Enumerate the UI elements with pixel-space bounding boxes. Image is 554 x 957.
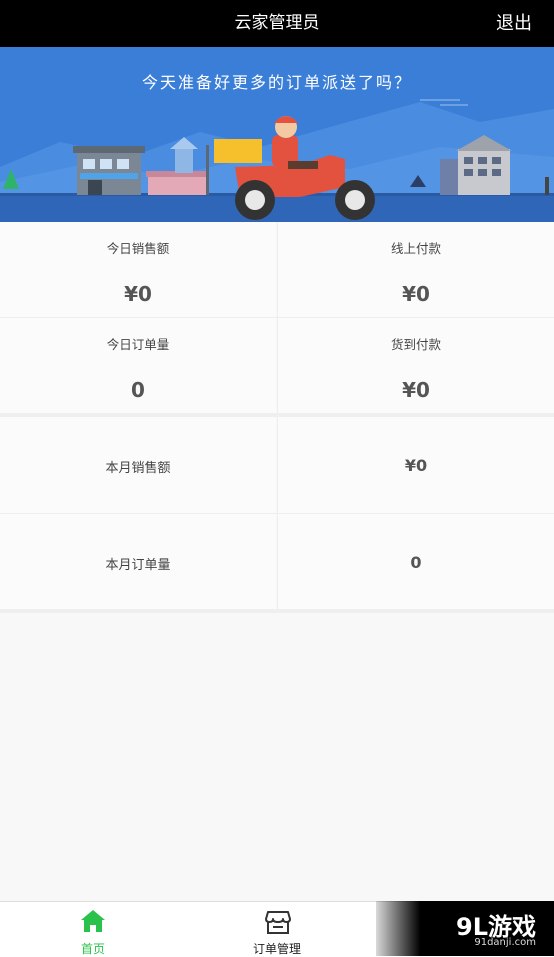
month-orders-label-cell: 本月订单量	[0, 514, 276, 609]
today-sales-value: ¥0	[124, 282, 152, 306]
today-orders-value: 0	[131, 378, 145, 402]
online-payment-value: ¥0	[402, 282, 430, 306]
cod-payment-label: 货到付款	[390, 337, 441, 352]
month-orders-value: 0	[410, 553, 422, 572]
home-icon	[81, 910, 105, 932]
month-sales-label: 本月销售额	[105, 461, 171, 476]
cod-payment-cell: 货到付款 ¥0	[278, 318, 554, 413]
today-orders-cell: 今日订单量 0	[0, 318, 276, 413]
month-sales-label-cell: 本月销售额	[0, 417, 276, 513]
today-sales-cell: 今日销售额 ¥0	[0, 222, 276, 317]
month-sales-value: ¥0	[404, 456, 428, 475]
column-divider	[277, 417, 278, 609]
delivery-banner: 今天准备好更多的订单派送了吗？	[0, 47, 554, 222]
watermark-domain: 91danji.com	[474, 937, 536, 948]
month-orders-value-cell: 0	[278, 514, 554, 609]
nav-orders-label: 订单管理	[252, 942, 301, 956]
nav-home-label: 首页	[80, 942, 105, 956]
section-divider	[0, 609, 554, 613]
online-payment-label: 线上付款	[390, 241, 441, 256]
store-icon	[265, 911, 291, 934]
nav-home[interactable]: 首页	[33, 902, 153, 957]
top-bar: 云家管理员 退出	[0, 0, 554, 47]
site-watermark: 9L游戏 91danji.com	[376, 901, 554, 956]
today-sales-label: 今日销售额	[106, 241, 170, 256]
online-payment-cell: 线上付款 ¥0	[278, 222, 554, 317]
nav-orders[interactable]: 订单管理	[217, 902, 337, 957]
logout-button[interactable]: 退出	[496, 0, 532, 47]
today-orders-label: 今日订单量	[106, 337, 170, 352]
banner-slogan: 今天准备好更多的订单派送了吗？	[141, 73, 412, 92]
month-sales-value-cell: ¥0	[278, 417, 554, 513]
page-title: 云家管理员	[234, 13, 320, 33]
column-divider	[277, 222, 278, 413]
cod-payment-value: ¥0	[402, 378, 430, 402]
month-orders-label: 本月订单量	[105, 558, 171, 573]
